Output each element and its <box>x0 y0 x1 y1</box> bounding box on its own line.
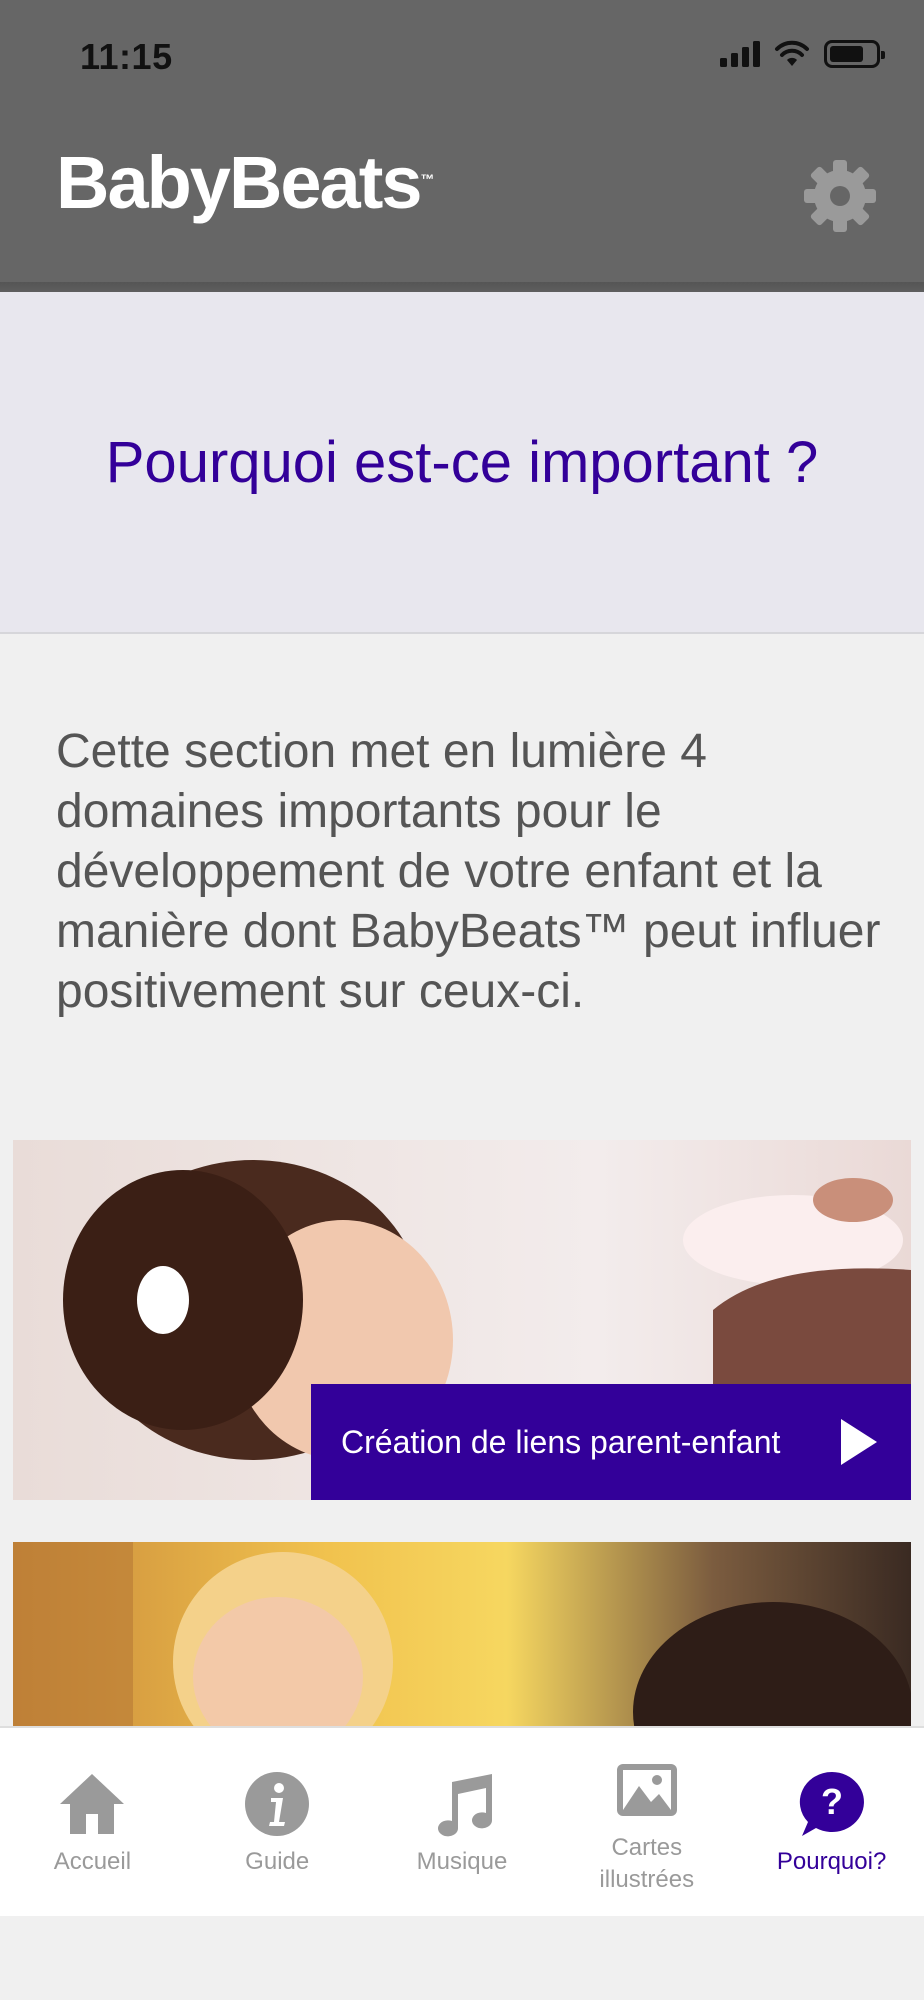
play-arrow-icon <box>841 1419 877 1465</box>
wifi-icon <box>775 40 809 66</box>
question-bubble-icon: ? <box>799 1771 864 1836</box>
title-band: Pourquoi est-ce important ? <box>0 292 924 634</box>
header-divider <box>0 282 924 292</box>
status-time: 11:15 <box>80 36 173 77</box>
card-second-topic[interactable] <box>13 1542 911 1726</box>
intro-text: Cette section met en lumière 4 domaines … <box>56 725 881 1018</box>
babybeats-logo: BabyBeats™ <box>56 141 435 224</box>
card-parent-child-bonding[interactable]: Création de liens parent-enfant <box>13 1140 911 1500</box>
tab-guide[interactable]: Guide <box>185 1728 370 1916</box>
music-note-icon <box>437 1774 492 1837</box>
home-icon <box>60 1774 125 1834</box>
card-caption-label: Création de liens parent-enfant <box>341 1423 781 1460</box>
app-header: 11:15 BabyBeats™ <box>0 0 924 292</box>
tab-cartes-illustrees[interactable]: Cartes illustrées <box>554 1728 739 1916</box>
svg-text:?: ? <box>821 1781 843 1822</box>
tab-label: Pourquoi? <box>776 1848 887 1875</box>
info-icon <box>245 1772 310 1836</box>
tab-label: Accueil <box>53 1848 132 1875</box>
page-title: Pourquoi est-ce important ? <box>105 429 819 495</box>
tab-musique[interactable]: Musique <box>370 1728 555 1916</box>
cellular-signal-icon <box>720 41 760 67</box>
picture-icon <box>616 1764 677 1816</box>
tab-label: Guide <box>245 1848 310 1875</box>
child-photo-2 <box>13 1542 911 1726</box>
card-caption[interactable]: Création de liens parent-enfant <box>311 1384 911 1500</box>
settings-gear-icon[interactable] <box>800 156 880 236</box>
tab-label: Musique <box>416 1848 508 1875</box>
status-icons <box>720 40 885 68</box>
bottom-tab-bar: Accueil Guide Musique Cartes illustrées … <box>0 1726 924 1916</box>
tab-accueil[interactable]: Accueil <box>0 1728 185 1916</box>
battery-icon <box>824 40 885 68</box>
tab-pourquoi[interactable]: ? Pourquoi? <box>739 1728 924 1916</box>
tab-label: Cartes illustrées <box>599 1834 695 1893</box>
